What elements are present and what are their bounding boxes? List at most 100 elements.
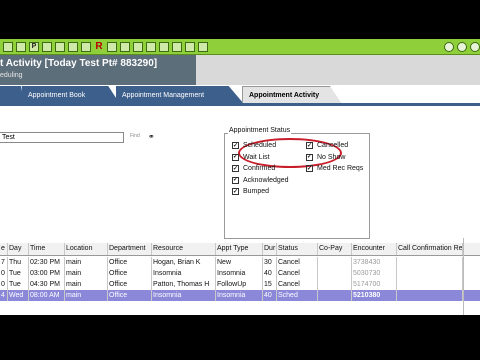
flag-icon[interactable] [120, 41, 130, 52]
rx-icon[interactable]: R [94, 41, 104, 52]
calendar-icon[interactable] [16, 41, 26, 52]
exit-icon[interactable] [470, 41, 480, 52]
phone-icon[interactable] [198, 41, 208, 52]
column-header[interactable]: e [0, 243, 8, 255]
table-header: e Day Time Location Department Resource Appt T… [0, 243, 480, 256]
table-cell: 5174700 [352, 279, 397, 290]
find-button[interactable]: Find [130, 133, 140, 139]
table-cell: main [65, 290, 108, 301]
table-cell: 40 [263, 290, 277, 301]
table-cell: Office [108, 279, 152, 290]
tab-label: Appointment Activity [249, 92, 320, 99]
tab-label: Appointment Book [28, 91, 86, 99]
title-bar: t Activity [Today Test Pt# 883290] eduli… [0, 55, 480, 85]
tasks-icon[interactable] [185, 41, 195, 52]
status-option-med-rec-reqs[interactable]: ✓ Med Rec Reqs [306, 165, 363, 172]
status-option-bumped[interactable]: ✓ Bumped [232, 188, 269, 195]
table-cell: main [65, 268, 108, 279]
table-cell [397, 257, 463, 268]
column-header[interactable]: Appt Type [216, 243, 263, 255]
window-title: t Activity [Today Test Pt# 883290] [0, 58, 158, 69]
table-row[interactable]: 7 Thu 02:30 PM main Office Hogan, Brian K New 3… [0, 257, 480, 268]
checkbox-label: Wait List [243, 153, 270, 161]
column-header[interactable]: Encounter [352, 243, 397, 255]
table-cell: 0 [0, 268, 8, 279]
table-cell: Hogan, Brian K [152, 257, 216, 268]
status-option-no-show[interactable]: ✓ No Show [306, 153, 345, 161]
toolbar-right-group [441, 41, 480, 52]
checkbox[interactable]: ✓ [232, 153, 239, 161]
table-cell: 5210380 [352, 290, 397, 301]
table-cell [318, 279, 352, 290]
checkbox[interactable]: ✓ [232, 165, 239, 172]
status-option-acknowledged[interactable]: ✓ Acknowledged [232, 176, 289, 184]
table-cell: Insomnia [216, 290, 263, 301]
column-header[interactable]: Time [29, 243, 65, 255]
column-header[interactable]: Department [108, 243, 152, 255]
table-cell: 15 [263, 279, 277, 290]
email-icon[interactable] [159, 41, 169, 52]
status-option-scheduled[interactable]: ✓ Scheduled [232, 142, 276, 149]
tab-appointment-book[interactable]: Appointment Book [22, 86, 120, 104]
table-cell: 08:00 AM [29, 290, 65, 301]
column-header[interactable]: Dur [263, 243, 277, 255]
table-cell: main [65, 279, 108, 290]
column-header[interactable]: Location [65, 243, 108, 255]
checkbox-label: Med Rec Reqs [317, 165, 364, 172]
tab-label: Appointment Management [122, 91, 205, 99]
status-option-wait-list[interactable]: ✓ Wait List [232, 153, 270, 161]
tab-bar: Appointment Book Appointment Management … [0, 86, 480, 106]
table-cell [318, 257, 352, 268]
patient-icon[interactable]: P [29, 41, 39, 52]
patient-search-input[interactable] [0, 132, 124, 143]
table-scroll-divider [463, 238, 464, 315]
app-window: PR t Activity [Today Test Pt# 883290] ed… [0, 39, 480, 315]
column-header[interactable]: Day [8, 243, 29, 255]
table-row[interactable]: 0 Tue 04:30 PM main Office Patton, Thomas H Fo… [0, 279, 480, 290]
table-cell: Cancel [277, 279, 318, 290]
title-block: t Activity [Today Test Pt# 883290] eduli… [0, 55, 196, 85]
report-icon[interactable] [172, 41, 182, 52]
tab-appointment-management[interactable]: Appointment Management [116, 86, 244, 104]
appointment-status-title: Appointment Status [228, 127, 292, 134]
column-header[interactable]: Call Confirmation Re [397, 243, 463, 255]
message-icon[interactable] [107, 41, 117, 52]
lab-icon[interactable] [81, 41, 91, 52]
binoculars-icon[interactable]: ⚭ [148, 132, 155, 141]
lock-icon[interactable] [55, 41, 65, 52]
checkbox-label: Scheduled [243, 142, 277, 149]
print-icon[interactable] [133, 41, 143, 52]
table-row-selected[interactable]: 4 Wed 08:00 AM main Office Insomnia Insomnia 40… [0, 290, 480, 301]
table-cell: Office [108, 257, 152, 268]
table-cell: main [65, 257, 108, 268]
table-cell: 04:30 PM [29, 279, 65, 290]
table-row[interactable]: 0 Tue 03:00 PM main Office Insomnia Insomnia 40… [0, 268, 480, 279]
table-cell [397, 290, 463, 301]
checkbox[interactable]: ✓ [306, 142, 313, 149]
table-cell: Office [108, 290, 152, 301]
home-icon[interactable] [3, 41, 13, 52]
table-cell: Cancel [277, 268, 318, 279]
pill-icon[interactable] [68, 41, 78, 52]
checkbox-label: Confirmed [243, 165, 276, 172]
column-header[interactable]: Status [277, 243, 318, 255]
tab-previous[interactable] [0, 86, 24, 104]
checkbox[interactable]: ✓ [232, 188, 239, 195]
status-option-cancelled[interactable]: ✓ Cancelled [306, 142, 348, 149]
column-header[interactable]: Resource [152, 243, 216, 255]
status-option-confirmed[interactable]: ✓ Confirmed [232, 165, 275, 172]
checkbox[interactable]: ✓ [306, 165, 313, 172]
user-icon[interactable] [457, 41, 467, 52]
checkbox[interactable]: ✓ [306, 153, 313, 161]
tab-appointment-activity[interactable]: Appointment Activity [242, 86, 342, 104]
fax-icon[interactable] [146, 41, 156, 52]
main-toolbar: PR [0, 39, 480, 55]
checkbox[interactable]: ✓ [232, 142, 239, 149]
chart-icon[interactable] [42, 41, 52, 52]
checkbox[interactable]: ✓ [232, 176, 239, 184]
table-cell: New [216, 257, 263, 268]
table-cell: 4 [0, 290, 8, 301]
table-cell: 40 [263, 268, 277, 279]
document-icon[interactable] [444, 41, 454, 52]
column-header[interactable]: Co-Pay [318, 243, 352, 255]
